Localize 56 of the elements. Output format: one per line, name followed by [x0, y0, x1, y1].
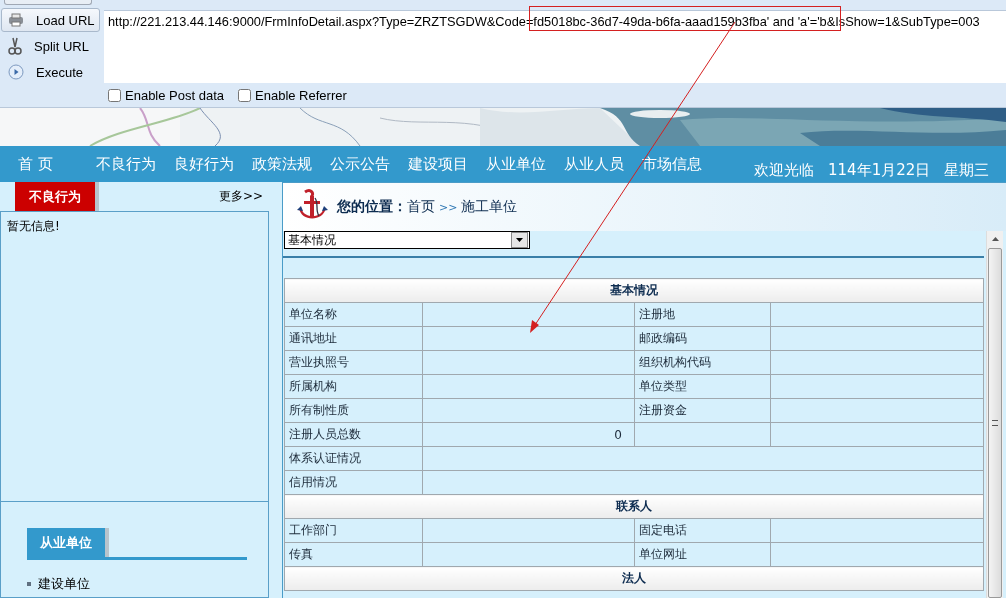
- nav-link[interactable]: 市场信息: [642, 154, 720, 174]
- date-text: 114年1月22日: [828, 161, 931, 180]
- field-label: 邮政编码: [634, 326, 771, 351]
- scissors-icon: [8, 37, 22, 55]
- section-header: 基本情况: [284, 278, 984, 303]
- nav-link[interactable]: 从业单位: [486, 154, 564, 174]
- nav-link[interactable]: 建设项目: [408, 154, 486, 174]
- field-label: 传真: [284, 542, 423, 567]
- toolbar-button[interactable]: Load URL: [1, 8, 100, 32]
- field-label: 注册人员总数: [284, 422, 423, 447]
- nav-link[interactable]: 公示公告: [330, 154, 408, 174]
- checkbox-label: Enable Post data: [125, 88, 225, 103]
- field-label: 单位类型: [634, 374, 771, 399]
- field-label: 体系认证情况: [284, 446, 423, 471]
- play-icon: [8, 64, 24, 80]
- section-header: 法人: [284, 566, 984, 591]
- field-label: 注册资金: [634, 398, 771, 423]
- section-dropdown[interactable]: 基本情况: [284, 231, 530, 249]
- more-link[interactable]: 更多>>: [218, 188, 263, 205]
- nav-link[interactable]: 从业人员: [564, 154, 642, 174]
- field-label: 固定电话: [634, 518, 771, 543]
- field-value: 0: [422, 422, 635, 447]
- checkbox[interactable]: [108, 89, 121, 102]
- nav-link[interactable]: 政策法规: [252, 154, 330, 174]
- weekday-text: 星期三: [944, 161, 990, 180]
- field-label: 通讯地址: [284, 326, 423, 351]
- breadcrumb-link[interactable]: 首页: [407, 198, 435, 216]
- toolbar-button[interactable]: Execute: [1, 60, 100, 84]
- scroll-up-icon[interactable]: [991, 237, 999, 241]
- printer-icon: [8, 13, 24, 27]
- field-label: 注册地: [634, 302, 771, 327]
- field-label: 信用情况: [284, 470, 423, 495]
- field-label: 营业执照号: [284, 350, 423, 375]
- nav-link[interactable]: 良好行为: [174, 154, 252, 174]
- section-title: 从业单位: [27, 528, 109, 557]
- scrollbar[interactable]: [986, 231, 1003, 598]
- field-label: 单位网址: [634, 542, 771, 567]
- checkbox-label: Enable Referrer: [255, 88, 347, 103]
- nav-link[interactable]: 不良行为: [96, 154, 174, 174]
- field-label: 工作部门: [284, 518, 423, 543]
- section-header: 联系人: [284, 494, 984, 519]
- empty-message: 暂无信息!: [7, 219, 60, 233]
- breadcrumb-current: 施工单位: [461, 198, 518, 216]
- toolbar-button[interactable]: Split URL: [1, 34, 100, 58]
- sidebar-tab[interactable]: 不良行为: [15, 182, 99, 211]
- field-label: 单位名称: [284, 302, 423, 327]
- field-label: 所有制性质: [284, 398, 423, 423]
- breadcrumb-separator: >>: [439, 200, 458, 214]
- nav-link[interactable]: 首 页: [18, 154, 96, 174]
- category-link[interactable]: 建设单位: [38, 575, 90, 593]
- field-label: 组织机构代码: [634, 350, 771, 375]
- field-label: 所属机构: [284, 374, 423, 399]
- breadcrumb-label: 您的位置：: [337, 198, 407, 216]
- bullet-icon: [27, 582, 31, 586]
- welcome-text: 欢迎光临: [754, 161, 814, 180]
- checkbox[interactable]: [238, 89, 252, 102]
